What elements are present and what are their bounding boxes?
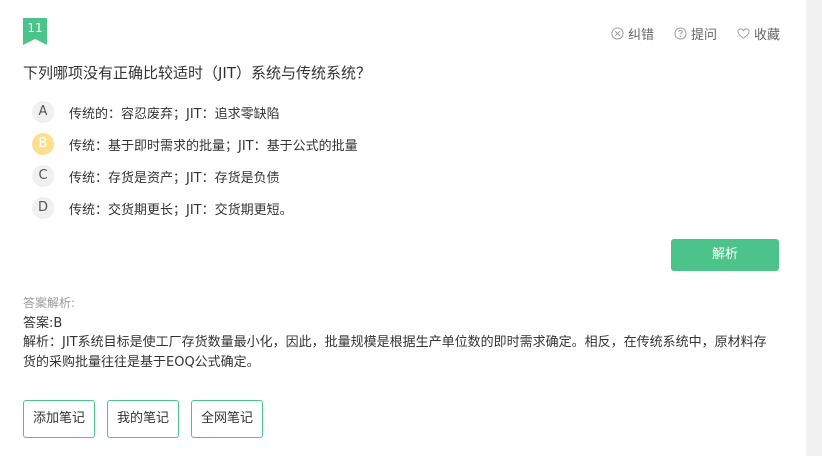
option-letter-badge: D: [32, 197, 54, 219]
question-actions: 纠错 提问 收藏: [611, 24, 780, 43]
option-letter-badge: A: [32, 101, 54, 123]
note-buttons: 添加笔记 我的笔记 全网笔记: [23, 400, 264, 438]
add-note-button[interactable]: 添加笔记: [23, 400, 96, 438]
option-text: 传统：存货是资产；JIT：存货是负债: [69, 170, 280, 186]
report-error-button[interactable]: 纠错: [611, 24, 654, 43]
explanation-text: 解析：JIT系统目标是使工厂存货数量最小化，因此，批量规模是根据生产单位数的即时…: [23, 335, 767, 370]
report-error-label: 纠错: [627, 28, 654, 43]
my-notes-button[interactable]: 我的笔记: [107, 400, 180, 438]
analyze-button[interactable]: 解析: [671, 239, 779, 271]
analysis-title: 答案解析:: [23, 296, 76, 310]
option-text: 传统：基于即时需求的批量；JIT：基于公式的批量: [69, 138, 358, 154]
ask-question-label: 提问: [690, 28, 717, 43]
favorite-label: 收藏: [753, 28, 780, 43]
all-notes-button[interactable]: 全网笔记: [191, 400, 264, 438]
option-text: 传统：交货期更长；JIT：交货期更短。: [69, 202, 293, 218]
option-list: A 传统的：容忍废弃；JIT：追求零缺陷 B 传统：基于即时需求的批量；JIT：…: [32, 96, 358, 224]
heart-icon: [737, 27, 750, 40]
option-a[interactable]: A 传统的：容忍废弃；JIT：追求零缺陷: [32, 96, 358, 128]
option-b[interactable]: B 传统：基于即时需求的批量；JIT：基于公式的批量: [32, 128, 358, 160]
option-d[interactable]: D 传统：交货期更长；JIT：交货期更短。: [32, 192, 358, 224]
option-text: 传统的：容忍废弃；JIT：追求零缺陷: [69, 106, 280, 122]
question-text: 下列哪项没有正确比较适时（JIT）系统与传统系统？: [23, 64, 372, 82]
correct-answer: 答案:B: [23, 316, 63, 331]
ask-question-button[interactable]: 提问: [674, 24, 717, 43]
scrollbar-track[interactable]: [806, 0, 822, 456]
close-circle-icon: [611, 27, 624, 40]
option-letter-badge: C: [32, 165, 54, 187]
question-number-badge: 11: [23, 18, 47, 45]
favorite-button[interactable]: 收藏: [737, 24, 780, 43]
option-c[interactable]: C 传统：存货是资产；JIT：存货是负债: [32, 160, 358, 192]
option-letter-badge: B: [32, 133, 54, 155]
answer-analysis: 答案解析: 答案:B 解析：JIT系统目标是使工厂存货数量最小化，因此，批量规模…: [23, 294, 768, 373]
question-circle-icon: [674, 27, 687, 40]
